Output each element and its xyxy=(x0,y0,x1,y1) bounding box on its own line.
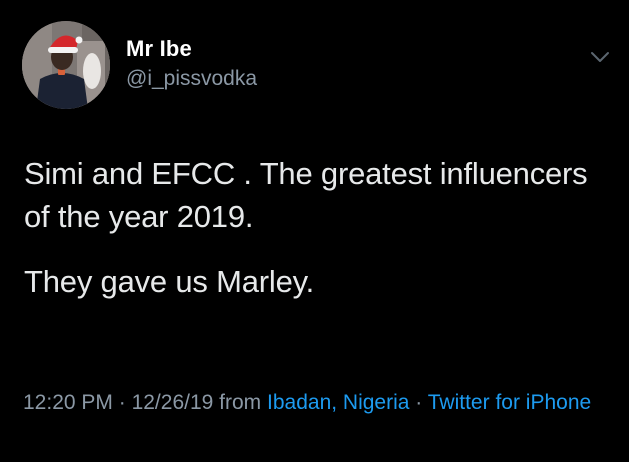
location-link[interactable]: Ibadan, Nigeria xyxy=(267,391,409,414)
meta-separator: · xyxy=(118,391,126,414)
author-handle[interactable]: @i_pissvodka xyxy=(126,66,257,92)
tweet-card: Mr Ibe @i_pissvodka Simi and EFCC . The … xyxy=(0,0,629,462)
tweet-text-line: They gave us Marley. xyxy=(24,264,315,299)
source-link[interactable]: Twitter for iPhone xyxy=(428,391,591,414)
tweet-meta: 12:20 PM · 12/26/19 from Ibadan, Nigeria… xyxy=(23,386,613,419)
author-display-name[interactable]: Mr Ibe xyxy=(126,36,257,62)
avatar-photo-icon xyxy=(22,21,110,109)
from-label: from xyxy=(219,391,262,414)
tweet-header: Mr Ibe @i_pissvodka xyxy=(22,21,612,111)
chevron-down-icon xyxy=(591,52,609,62)
tweet-time[interactable]: 12:20 PM xyxy=(23,391,113,414)
avatar[interactable] xyxy=(22,21,110,109)
meta-separator: · xyxy=(415,391,423,414)
tweet-date[interactable]: 12/26/19 xyxy=(132,391,214,414)
more-options-button[interactable] xyxy=(588,45,612,69)
tweet-text: Simi and EFCC . The greatest influencers… xyxy=(24,152,614,303)
author-names: Mr Ibe @i_pissvodka xyxy=(126,36,257,92)
tweet-text-line: Simi and EFCC . The greatest influencers… xyxy=(24,156,588,234)
